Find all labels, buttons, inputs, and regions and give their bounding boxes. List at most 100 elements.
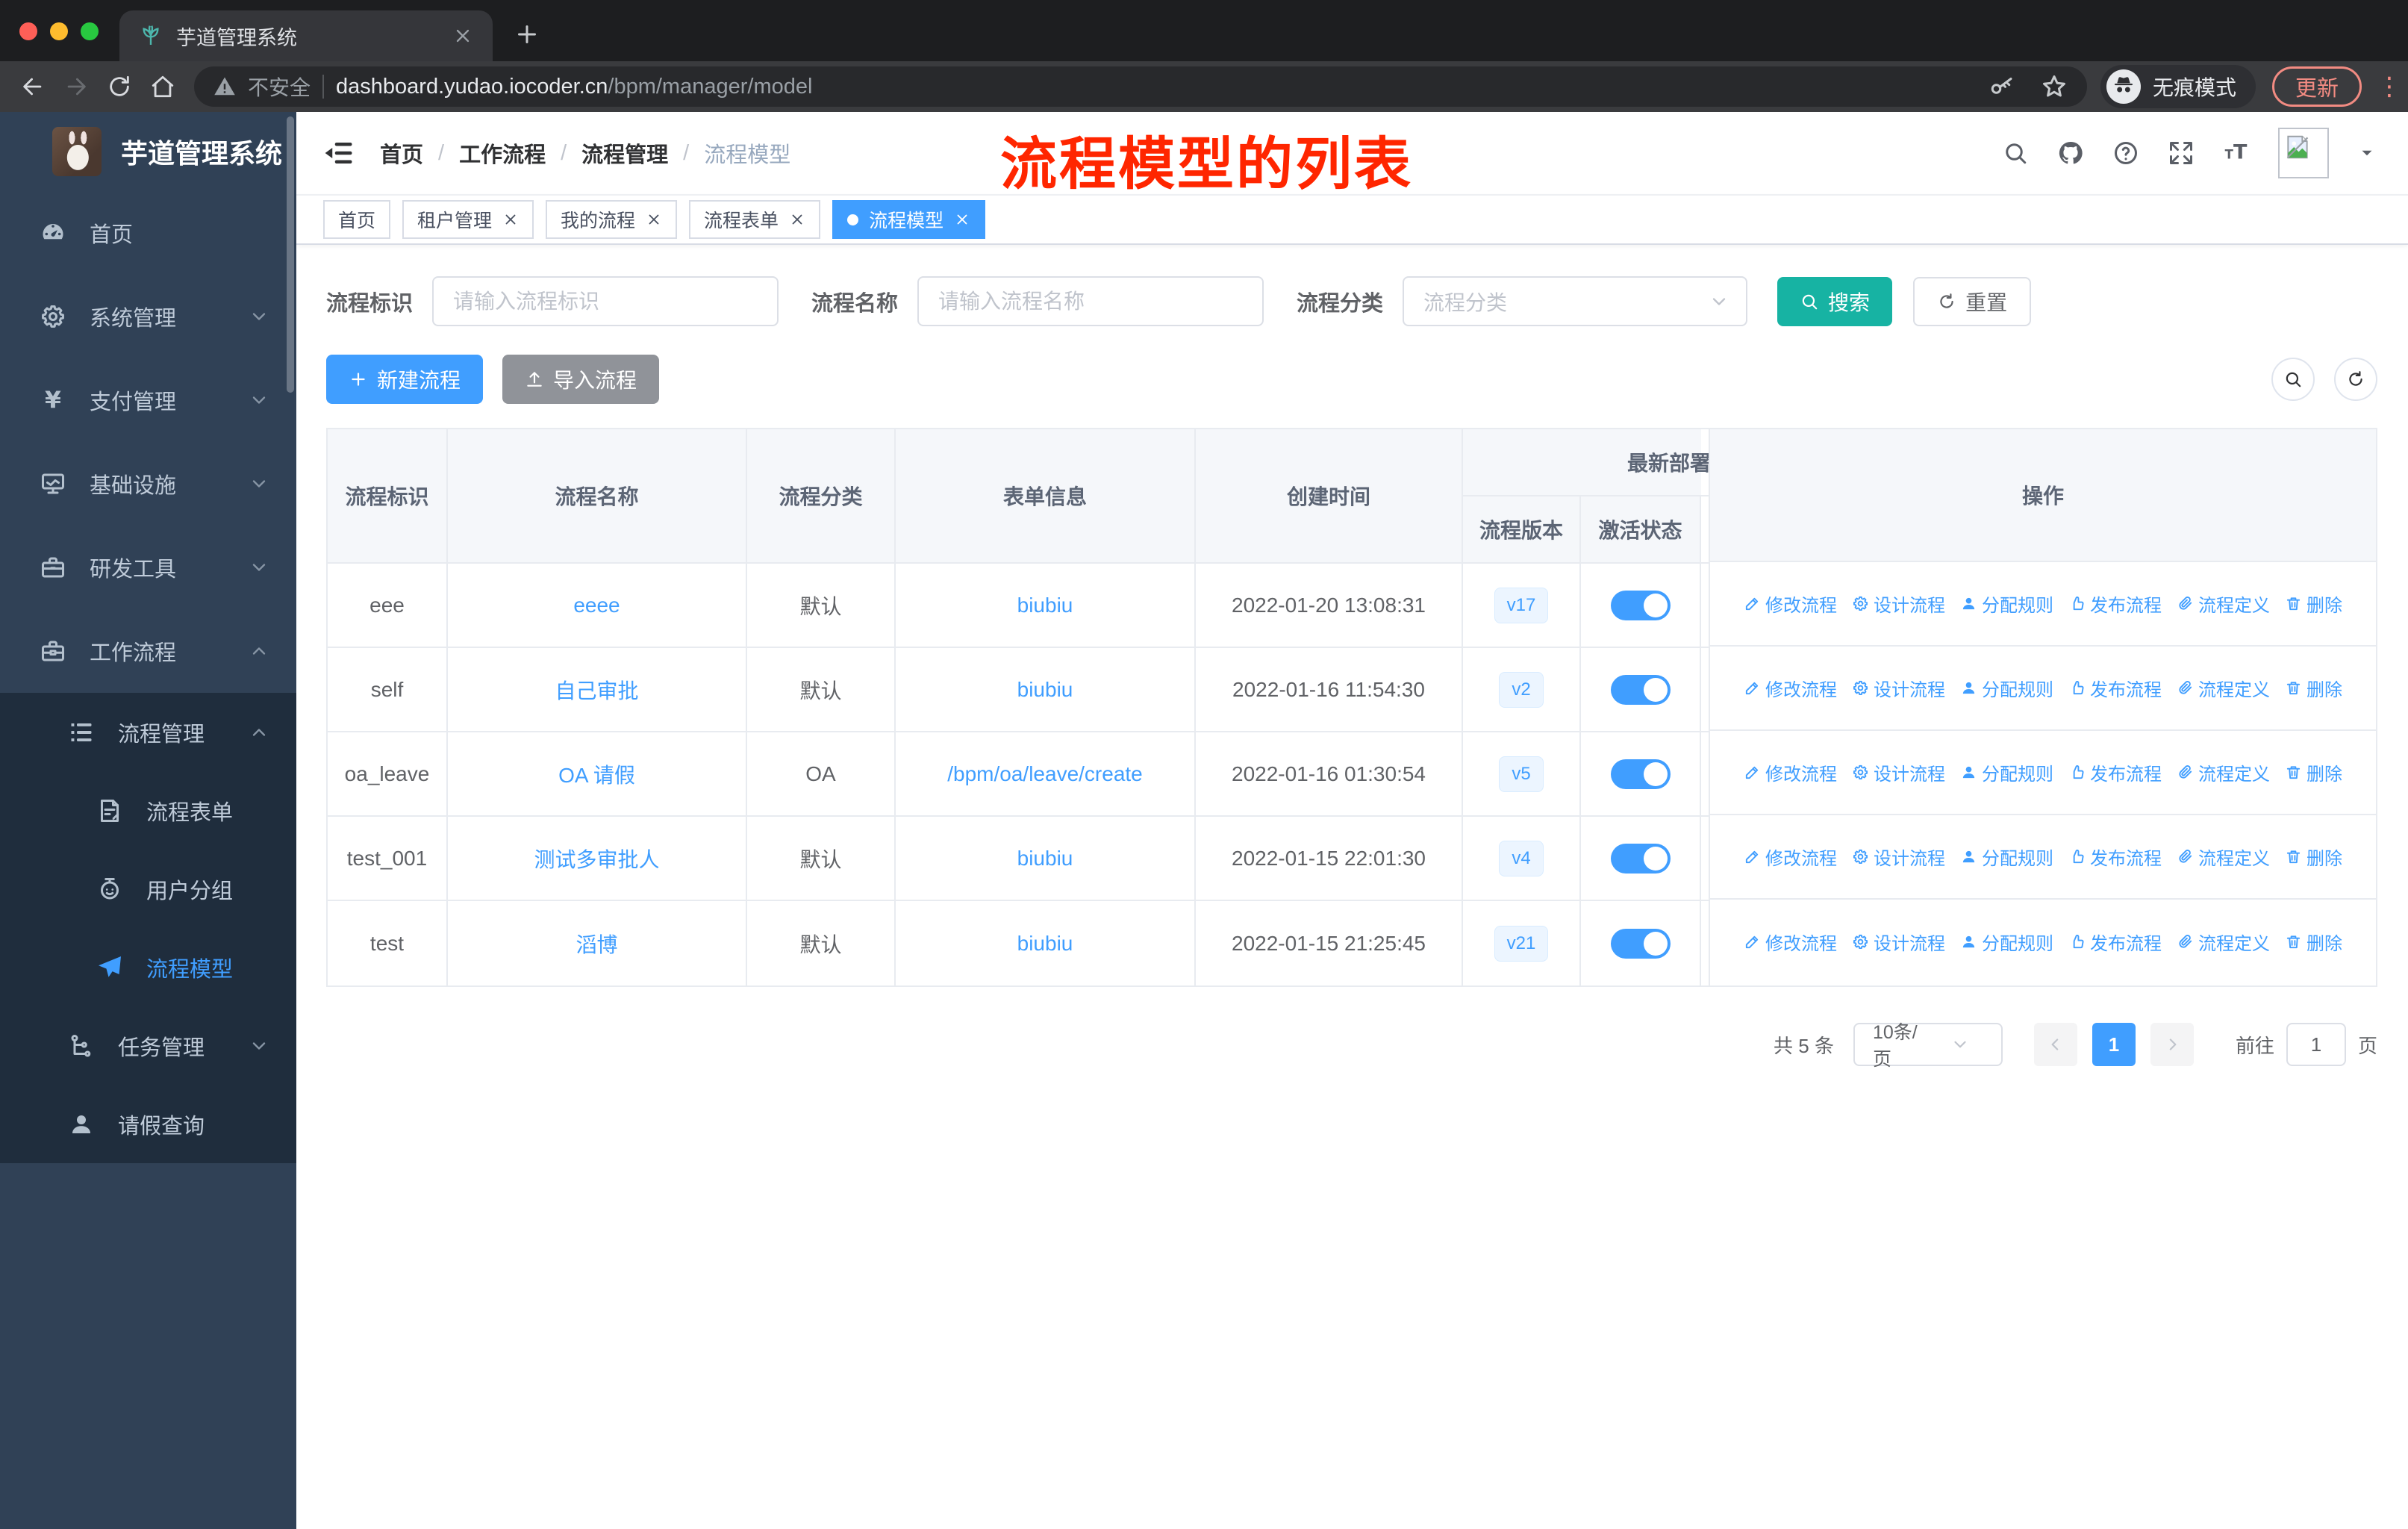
action-user[interactable]: 分配规则	[1960, 844, 2053, 870]
tag[interactable]: 流程表单	[689, 200, 821, 239]
sidebar-item-robot[interactable]: 用户分组	[0, 850, 296, 928]
action-user[interactable]: 分配规则	[1960, 929, 2053, 955]
key-icon[interactable]	[1989, 73, 2015, 100]
action-edit[interactable]: 修改流程	[1744, 675, 1837, 701]
browser-update-button[interactable]: 更新	[2271, 66, 2362, 107]
action-trash[interactable]: 删除	[2285, 844, 2342, 870]
process-key-input[interactable]	[432, 276, 779, 326]
tag[interactable]: 租户管理	[402, 200, 534, 239]
breadcrumb-item[interactable]: 工作流程	[459, 137, 546, 169]
action-edit[interactable]: 修改流程	[1744, 591, 1837, 617]
action-user[interactable]: 分配规则	[1960, 759, 2053, 785]
process-name-input[interactable]	[917, 276, 1264, 326]
toggle-search-button[interactable]	[2271, 358, 2315, 401]
action-thumb[interactable]: 发布流程	[2068, 929, 2162, 955]
action-edit[interactable]: 修改流程	[1744, 844, 1837, 870]
star-icon[interactable]	[2041, 73, 2068, 100]
close-window-button[interactable]	[19, 22, 37, 40]
process-name-link[interactable]: eeee	[573, 594, 620, 617]
browser-menu-icon[interactable]: ⋮	[2377, 72, 2402, 102]
action-thumb[interactable]: 发布流程	[2068, 591, 2162, 617]
zoom-window-button[interactable]	[81, 22, 99, 40]
action-thumb[interactable]: 发布流程	[2068, 844, 2162, 870]
process-name-link[interactable]: OA 请假	[558, 759, 635, 789]
chevron-down-icon[interactable]	[2357, 143, 2377, 163]
action-gear[interactable]: 设计流程	[1852, 675, 1945, 701]
action-user[interactable]: 分配规则	[1960, 591, 2053, 617]
category-select[interactable]: 流程分类	[1403, 276, 1748, 326]
sidebar-logo-row[interactable]: 芋道管理系统	[0, 112, 296, 191]
active-toggle[interactable]	[1610, 674, 1671, 705]
current-page-button[interactable]: 1	[2092, 1023, 2136, 1066]
sidebar-item-document[interactable]: 流程表单	[0, 771, 296, 850]
page-size-select[interactable]: 10条/页	[1853, 1022, 2003, 1070]
tag[interactable]: 我的流程	[546, 200, 678, 239]
security-label[interactable]: 不安全	[248, 72, 311, 102]
tag-close-icon[interactable]	[789, 211, 805, 228]
sidebar-collapse-icon[interactable]	[323, 137, 355, 169]
action-user[interactable]: 分配规则	[1960, 675, 2053, 701]
url-text[interactable]: dashboard.yudao.iocoder.cn/bpm/manager/m…	[336, 75, 1963, 99]
home-icon[interactable]	[146, 70, 179, 103]
active-toggle[interactable]	[1610, 843, 1671, 874]
reset-button[interactable]: 重置	[1913, 276, 2032, 326]
form-info-link[interactable]: biubiu	[1017, 678, 1073, 702]
form-info-link[interactable]: biubiu	[1017, 847, 1073, 871]
sidebar-item-monitor[interactable]: 基础设施	[0, 442, 296, 526]
tab-close-icon[interactable]	[452, 25, 473, 46]
action-gear[interactable]: 设计流程	[1852, 759, 1945, 785]
active-toggle[interactable]	[1610, 759, 1671, 789]
avatar[interactable]	[2278, 128, 2329, 178]
action-edit[interactable]: 修改流程	[1744, 929, 1837, 955]
action-trash[interactable]: 删除	[2285, 759, 2342, 785]
refresh-table-button[interactable]	[2334, 358, 2377, 401]
github-icon[interactable]	[2057, 140, 2084, 166]
search-icon[interactable]	[2002, 140, 2029, 166]
sidebar-scrollbar[interactable]	[287, 116, 294, 393]
forward-icon[interactable]	[60, 70, 93, 103]
form-info-link[interactable]: /bpm/oa/leave/create	[947, 762, 1143, 786]
breadcrumb-item[interactable]: 流程管理	[581, 137, 668, 169]
action-thumb[interactable]: 发布流程	[2068, 675, 2162, 701]
sidebar-item-briefcase[interactable]: 工作流程	[0, 609, 296, 693]
process-name-link[interactable]: 测试多审批人	[534, 844, 659, 874]
browser-tab[interactable]: 芋道管理系统	[119, 10, 493, 61]
sidebar-item-toolbox[interactable]: 研发工具	[0, 526, 296, 609]
sidebar-item-yen[interactable]: ¥ 支付管理	[0, 358, 296, 442]
create-process-button[interactable]: 新建流程	[326, 355, 484, 404]
tag-close-icon[interactable]	[954, 211, 970, 228]
import-process-button[interactable]: 导入流程	[502, 355, 660, 404]
url-bar[interactable]: 不安全 dashboard.yudao.iocoder.cn/bpm/manag…	[194, 66, 2087, 107]
form-info-link[interactable]: biubiu	[1017, 932, 1073, 956]
tag[interactable]: 首页	[323, 200, 391, 239]
action-trash[interactable]: 删除	[2285, 675, 2342, 701]
action-trash[interactable]: 删除	[2285, 929, 2342, 955]
action-gear[interactable]: 设计流程	[1852, 591, 1945, 617]
action-clip[interactable]: 流程定义	[2177, 759, 2270, 785]
search-button[interactable]: 搜索	[1777, 276, 1893, 326]
tag[interactable]: 流程模型	[832, 200, 986, 239]
active-toggle[interactable]	[1610, 928, 1671, 959]
sidebar-item-flow[interactable]: 任务管理	[0, 1006, 296, 1085]
sidebar-item-gear[interactable]: 系统管理	[0, 275, 296, 358]
process-name-link[interactable]: 自己审批	[555, 675, 638, 705]
sidebar-item-user[interactable]: 请假查询	[0, 1085, 296, 1163]
action-clip[interactable]: 流程定义	[2177, 591, 2270, 617]
next-page-button[interactable]	[2150, 1023, 2194, 1066]
sidebar-item-list[interactable]: 流程管理	[0, 693, 296, 771]
tag-close-icon[interactable]	[502, 211, 519, 228]
help-icon[interactable]	[2112, 140, 2139, 166]
action-gear[interactable]: 设计流程	[1852, 844, 1945, 870]
action-clip[interactable]: 流程定义	[2177, 844, 2270, 870]
goto-page-input[interactable]	[2286, 1023, 2346, 1066]
minimize-window-button[interactable]	[50, 22, 68, 40]
active-toggle[interactable]	[1610, 590, 1671, 620]
action-clip[interactable]: 流程定义	[2177, 929, 2270, 955]
tag-close-icon[interactable]	[646, 211, 662, 228]
action-gear[interactable]: 设计流程	[1852, 929, 1945, 955]
back-icon[interactable]	[16, 70, 49, 103]
prev-page-button[interactable]	[2033, 1023, 2077, 1066]
process-name-link[interactable]: 滔博	[576, 929, 617, 959]
action-clip[interactable]: 流程定义	[2177, 675, 2270, 701]
breadcrumb-item[interactable]: 首页	[380, 137, 423, 169]
